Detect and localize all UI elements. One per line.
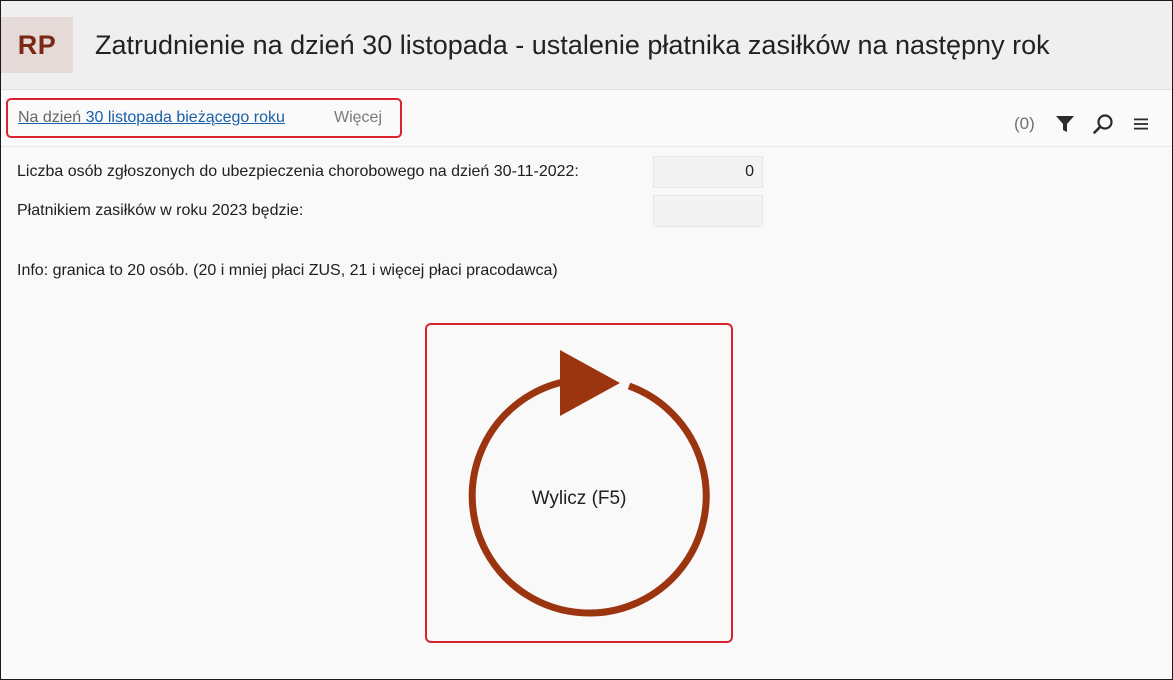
insured-count-field: 0 [653, 156, 763, 188]
info-text: Info: granica to 20 osób. (20 i mniej pł… [17, 262, 558, 279]
payer-label: Płatnikiem zasiłków w roku 2023 będzie: [17, 202, 304, 219]
more-button[interactable]: Więcej [334, 109, 382, 127]
app-window: RP Zatrudnienie na dzień 30 listopada - … [0, 0, 1173, 680]
breadcrumb: Na dzień 30 listopada bieżącego roku Wię… [6, 98, 402, 138]
breadcrumb-date-text: 30 listopada bieżącego roku [85, 109, 285, 126]
breadcrumb-prefix: Na dzień [18, 109, 82, 126]
page-title: Zatrudnienie na dzień 30 listopada - ust… [95, 30, 1050, 60]
calculate-button[interactable]: Wylicz (F5) [425, 323, 733, 643]
app-badge: RP [1, 17, 73, 73]
breadcrumb-date-link[interactable]: Na dzień 30 listopada bieżącego roku [18, 109, 285, 127]
filter-icon[interactable] [1053, 112, 1077, 136]
page-header: RP Zatrudnienie na dzień 30 listopada - … [1, 1, 1172, 90]
calculate-label: Wylicz (F5) [531, 488, 627, 509]
toolbar: Na dzień 30 listopada bieżącego roku Wię… [1, 90, 1172, 147]
insured-count-label: Liczba osób zgłoszonych do ubezpieczenia… [17, 163, 579, 180]
refresh-play-icon [468, 350, 710, 617]
search-icon[interactable] [1091, 112, 1115, 136]
filter-count: (0) [1014, 114, 1035, 133]
payer-field [653, 195, 763, 227]
menu-icon[interactable] [1129, 112, 1153, 136]
